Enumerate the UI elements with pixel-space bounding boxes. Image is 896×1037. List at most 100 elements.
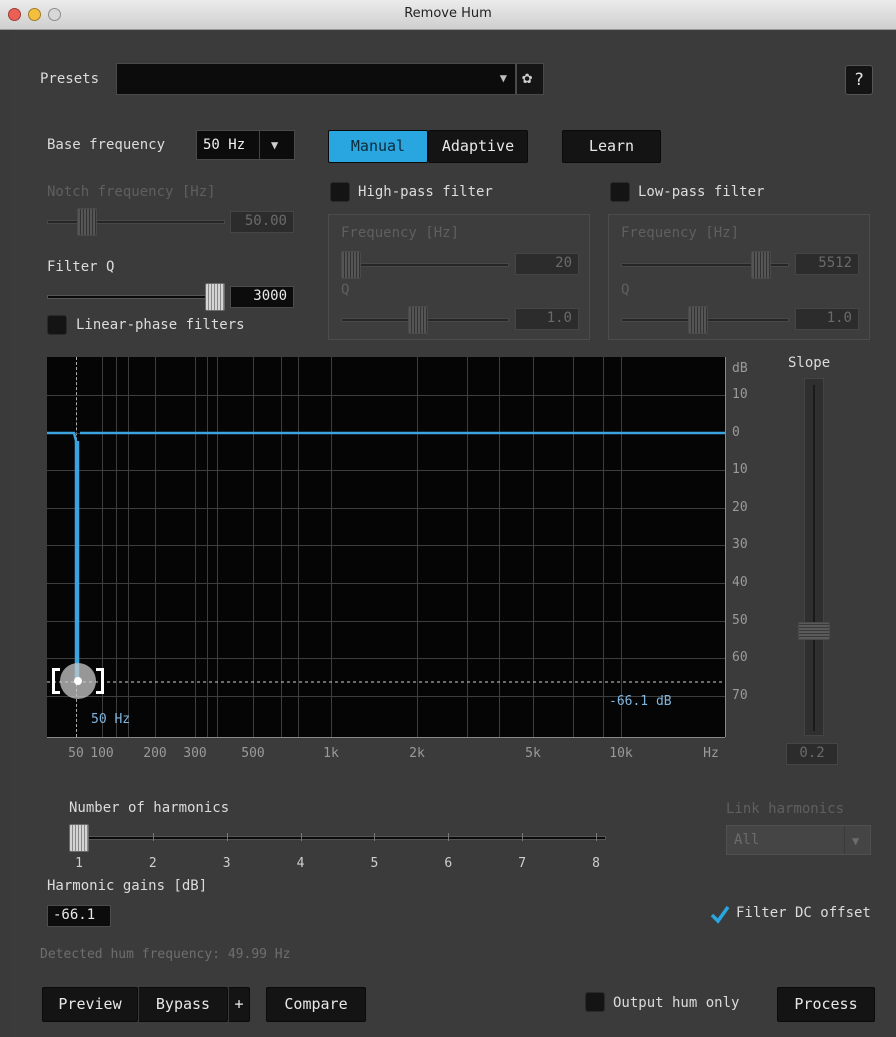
harmonic-gains-field[interactable]: -66.1 — [47, 905, 111, 927]
harmonic-tick-label: 3 — [222, 856, 231, 871]
y-tick-label: 10 — [732, 462, 748, 478]
plugin-window: Presets ▼ ✿ ? Base frequency 50 Hz ▼ Man… — [10, 30, 896, 1037]
x-tick-label: 5k — [525, 746, 541, 761]
high-pass-q-label: Q — [341, 282, 350, 298]
low-pass-label: Low-pass filter — [638, 184, 765, 200]
base-frequency-value: 50 Hz — [203, 137, 246, 153]
harmonics-label: Number of harmonics — [69, 800, 230, 816]
window-title: Remove Hum — [404, 6, 492, 21]
harmonic-tick-mark — [522, 833, 524, 841]
bypass-button[interactable]: Bypass — [138, 987, 228, 1022]
harmonics-thumb[interactable] — [69, 824, 89, 852]
notch-frequency-field[interactable]: 50.00 — [230, 211, 294, 233]
low-pass-panel: Frequency [Hz] 5512 Q 1.0 — [608, 214, 870, 340]
slope-slider-track[interactable] — [804, 378, 824, 736]
cursor-gain-label: -66.1 dB — [609, 694, 672, 709]
high-pass-q-field[interactable]: 1.0 — [515, 308, 579, 330]
compare-button[interactable]: Compare — [266, 987, 366, 1022]
slope-slider-thumb[interactable] — [798, 622, 830, 640]
high-pass-frequency-field[interactable]: 20 — [515, 253, 579, 275]
process-button[interactable]: Process — [777, 987, 875, 1022]
filter-q-field[interactable]: 3000 — [230, 286, 294, 308]
harmonic-tick-label: 2 — [148, 856, 157, 871]
filter-q-track — [47, 295, 225, 299]
x-tick-label: Hz — [703, 746, 719, 761]
low-pass-frequency-thumb[interactable] — [751, 251, 772, 279]
low-pass-q-label: Q — [621, 282, 630, 298]
learn-button[interactable]: Learn — [562, 130, 661, 163]
output-hum-only-label: Output hum only — [613, 995, 740, 1011]
output-hum-only-checkbox[interactable] — [585, 992, 605, 1012]
filter-response-curve — [47, 431, 725, 683]
high-pass-checkbox[interactable] — [330, 182, 350, 202]
cursor-center-icon — [74, 677, 82, 685]
harmonic-tick-mark — [300, 833, 302, 841]
checkmark-icon — [710, 905, 730, 924]
y-tick-label: 20 — [732, 499, 748, 515]
y-tick-label: 60 — [732, 650, 748, 666]
harmonic-tick-mark — [596, 833, 597, 841]
harmonic-tick-mark — [374, 833, 376, 841]
harmonics-track — [69, 836, 606, 840]
low-pass-checkbox[interactable] — [610, 182, 630, 202]
filter-dc-label: Filter DC offset — [736, 905, 871, 921]
filter-response-graph[interactable]: 50 Hz -66.1 dB — [47, 357, 725, 737]
right-bracket-icon — [96, 668, 104, 694]
notch-cursor-handle[interactable] — [52, 662, 104, 702]
filter-dc-checkbox[interactable] — [710, 904, 730, 924]
presets-dropdown[interactable]: ▼ — [116, 63, 516, 95]
link-harmonics-value: All — [734, 832, 760, 848]
y-tick-label: 10 — [732, 387, 748, 402]
tab-manual[interactable]: Manual — [328, 130, 428, 163]
chevron-down-icon: ▼ — [499, 71, 507, 85]
high-pass-q-thumb[interactable] — [407, 306, 428, 334]
x-tick-label: 2k — [409, 746, 425, 761]
base-frequency-label: Base frequency — [47, 137, 166, 153]
response-line — [47, 431, 725, 682]
dropdown-divider — [844, 826, 845, 854]
high-pass-frequency-label: Frequency [Hz] — [341, 225, 460, 241]
x-tick-label: 1k — [323, 746, 339, 761]
link-harmonics-dropdown[interactable]: All ▼ — [726, 825, 871, 855]
low-pass-frequency-label: Frequency [Hz] — [621, 225, 740, 241]
slope-label: Slope — [788, 355, 831, 371]
x-tick-label: 100 — [90, 746, 114, 761]
x-tick-label: 200 — [143, 746, 167, 761]
y-axis-unit-label: dB — [732, 361, 748, 376]
linear-phase-checkbox[interactable] — [47, 315, 67, 335]
x-axis-ruler — [47, 737, 725, 738]
tab-adaptive[interactable]: Adaptive — [428, 130, 528, 163]
slope-field[interactable]: 0.2 — [786, 743, 838, 765]
left-bracket-icon — [52, 668, 60, 694]
high-pass-frequency-thumb[interactable] — [341, 251, 361, 279]
low-pass-q-field[interactable]: 1.0 — [795, 308, 859, 330]
y-tick-label: 0 — [732, 424, 740, 440]
presets-settings-button[interactable]: ✿ — [516, 63, 544, 95]
notch-frequency-label: Notch frequency [Hz] — [47, 184, 216, 200]
x-tick-label: 300 — [183, 746, 207, 761]
y-axis-ruler — [725, 357, 726, 737]
harmonic-tick-label: 7 — [518, 856, 527, 871]
cursor-frequency-label: 50 Hz — [91, 712, 131, 727]
notch-frequency-thumb[interactable] — [76, 208, 97, 236]
harmonic-tick-label: 5 — [370, 856, 379, 871]
help-button[interactable]: ? — [845, 65, 873, 95]
high-pass-label: High-pass filter — [358, 184, 493, 200]
base-frequency-dropdown[interactable]: 50 Hz ▼ — [196, 130, 295, 160]
low-pass-frequency-field[interactable]: 5512 — [795, 253, 859, 275]
preview-button[interactable]: Preview — [42, 987, 138, 1022]
harmonic-tick-mark — [448, 833, 450, 841]
add-bypass-button[interactable]: + — [228, 987, 250, 1022]
notch-frequency-track — [47, 220, 225, 224]
x-tick-label: 10k — [609, 746, 633, 761]
harmonic-tick-label: 1 — [75, 856, 83, 871]
x-tick-label: 500 — [241, 746, 265, 761]
linear-phase-label: Linear-phase filters — [76, 317, 245, 333]
y-tick-label: 30 — [732, 537, 748, 553]
chevron-down-icon: ▼ — [271, 138, 279, 152]
low-pass-q-thumb[interactable] — [687, 306, 708, 334]
x-tick-label: 50 — [68, 746, 84, 761]
detected-hum-frequency: Detected hum frequency: 49.99 Hz — [40, 947, 291, 962]
dropdown-divider — [259, 131, 260, 159]
filter-q-thumb[interactable] — [205, 283, 225, 311]
